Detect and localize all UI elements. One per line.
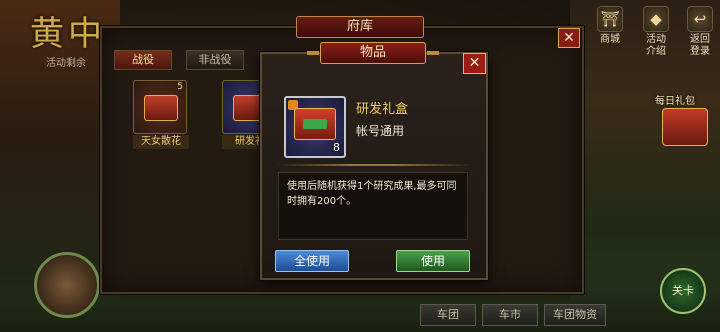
shop-button[interactable]: ⛩ 商城 <box>592 6 628 46</box>
shop-icon: ⛩ <box>597 6 623 32</box>
tab-non-battle[interactable]: 非战役 <box>186 50 244 70</box>
event-info-label: 活动 介绍 <box>646 34 666 57</box>
item-name: 研发礼盒 <box>356 102 409 117</box>
event-info-button[interactable]: ◆ 活动 介绍 <box>638 6 674 58</box>
item-dialog-close-button[interactable]: ✕ <box>463 53 486 74</box>
daily-gift-chest-icon[interactable] <box>662 108 708 146</box>
treasury-item-label: 天女散花 <box>133 135 189 149</box>
use-button[interactable]: 使用 <box>396 250 470 272</box>
background-event-subtitle: 活动剩余 <box>46 58 86 69</box>
use-all-button[interactable]: 全使用 <box>275 250 349 272</box>
treasury-panel-title: 府库 <box>296 16 424 38</box>
item-dialog <box>260 52 488 280</box>
treasury-item[interactable]: 5 天女散花 <box>133 80 189 149</box>
return-login-label: 返回 登录 <box>690 34 710 57</box>
bottom-tab-bar: 车团 车市 车团物资 <box>420 304 606 326</box>
item-icon-frame: 8 <box>284 96 346 158</box>
treasury-item-frame: 5 <box>133 80 187 134</box>
tab-battle[interactable]: 战役 <box>114 50 172 70</box>
event-info-icon: ◆ <box>643 6 669 32</box>
bottom-tab-legion-supplies[interactable]: 车团物资 <box>544 304 606 326</box>
chest-icon <box>144 95 178 121</box>
item-dialog-title: 物品 <box>307 42 439 64</box>
gift-chest-icon <box>294 108 336 140</box>
game-screen: 黄中 活动剩余 ⛩ 商城 ◆ 活动 介绍 ↩ 返回 登录 每日礼包 关卡 车团 … <box>0 0 720 332</box>
item-subtitle: 帐号通用 <box>356 124 405 138</box>
treasury-close-button[interactable]: ✕ <box>558 28 580 48</box>
shop-label: 商城 <box>600 34 620 45</box>
item-description: 使用后随机获得1个研究成果,最多可同时拥有200个。 <box>278 172 468 240</box>
player-avatar[interactable] <box>34 252 100 318</box>
divider <box>276 164 472 166</box>
stage-button[interactable]: 关卡 <box>660 268 706 314</box>
item-count: 8 <box>333 141 340 154</box>
daily-gift-label: 每日礼包 <box>655 96 695 107</box>
bottom-tab-market[interactable]: 车市 <box>482 304 538 326</box>
return-login-icon: ↩ <box>687 6 713 32</box>
return-login-button[interactable]: ↩ 返回 登录 <box>682 6 718 58</box>
close-icon: ✕ <box>468 55 481 71</box>
close-icon: ✕ <box>563 30 575 46</box>
treasury-item-count: 5 <box>177 82 183 92</box>
bottom-tab-legion[interactable]: 车团 <box>420 304 476 326</box>
background-event-title: 黄中 <box>30 14 106 54</box>
gift-chest-contents <box>303 119 327 129</box>
